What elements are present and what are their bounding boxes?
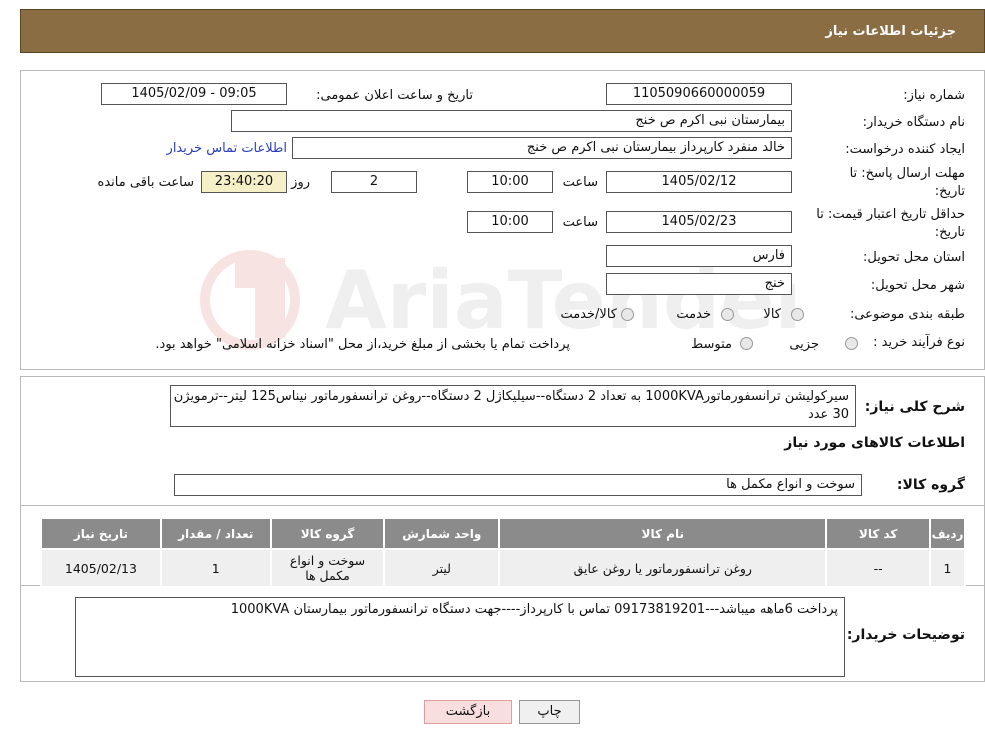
cell-code: -- bbox=[825, 548, 932, 588]
col-name: نام کالا bbox=[498, 517, 828, 550]
remaining-label: ساعت باقی مانده bbox=[97, 175, 194, 190]
announce-field: 1405/02/09 - 09:05 bbox=[101, 83, 287, 105]
cell-unit: لیتر bbox=[383, 548, 501, 588]
validity-time-label: ساعت bbox=[562, 215, 598, 230]
province-field: فارس bbox=[606, 245, 792, 267]
col-date: تاریخ نیاز bbox=[40, 517, 162, 550]
process-option-medium: متوسط bbox=[691, 337, 732, 352]
table-row: 1 -- روغن ترانسفورماتور یا روغن عایق لیت… bbox=[40, 548, 966, 588]
goods-group-field: سوخت و انواع مکمل ها bbox=[174, 474, 862, 496]
svg-text:AriaTender.neT: AriaTender.neT bbox=[325, 254, 795, 347]
goods-table: ردیف کد کالا نام کالا واحد شمارش گروه کا… bbox=[40, 517, 966, 588]
category-option-goods-service: کالا/خدمت bbox=[560, 307, 617, 322]
category-option-goods: کالا bbox=[763, 307, 781, 322]
page-header: جزئیات اطلاعات نیاز bbox=[20, 9, 985, 53]
validity-label-2: تاریخ: bbox=[934, 225, 965, 240]
buyer-label: نام دستگاه خریدار: bbox=[862, 115, 965, 130]
category-option-service: خدمت bbox=[676, 307, 711, 322]
deadline-time-field: 10:00 bbox=[467, 171, 553, 193]
col-code: کد کالا bbox=[825, 517, 932, 550]
need-number-field: 1105090660000059 bbox=[606, 83, 792, 105]
process-radio-medium[interactable] bbox=[740, 337, 753, 350]
page-title: جزئیات اطلاعات نیاز bbox=[825, 24, 956, 39]
process-option-minor: جزیی bbox=[789, 337, 819, 352]
deadline-time-label: ساعت bbox=[562, 175, 598, 190]
back-button[interactable]: بازگشت bbox=[424, 700, 512, 724]
category-radio-goods[interactable] bbox=[791, 308, 804, 321]
need-number-label: شماره نیاز: bbox=[903, 88, 965, 103]
goods-group-label: گروه کالا: bbox=[896, 477, 965, 493]
days-field: 2 bbox=[331, 171, 417, 193]
deadline-date-field: 1405/02/12 bbox=[606, 171, 792, 193]
creator-field: خالد منفرد کارپرداز بیمارستان نبی اکرم ص… bbox=[292, 137, 792, 159]
description-label: شرح کلی نیاز: bbox=[864, 399, 965, 415]
cell-row: 1 bbox=[929, 548, 966, 588]
deadline-label-2: تاریخ: bbox=[934, 184, 965, 199]
validity-date-field: 1405/02/23 bbox=[606, 211, 792, 233]
goods-table-header: ردیف کد کالا نام کالا واحد شمارش گروه کا… bbox=[40, 517, 966, 550]
cell-qty: 1 bbox=[159, 548, 272, 588]
cell-date: 1405/02/13 bbox=[40, 548, 162, 588]
description-textarea[interactable]: سیرکولیشن ترانسفورماتور1000KVA به تعداد … bbox=[170, 385, 856, 427]
buyer-notes-label: توضیحات خریدار: bbox=[846, 627, 965, 643]
process-note: پرداخت تمام یا بخشی از مبلغ خرید،از محل … bbox=[155, 337, 570, 352]
col-unit: واحد شمارش bbox=[383, 517, 501, 550]
validity-time-field: 10:00 bbox=[467, 211, 553, 233]
deadline-label: مهلت ارسال پاسخ: تا bbox=[849, 166, 965, 181]
col-qty: تعداد / مقدار bbox=[159, 517, 272, 550]
cell-name: روغن ترانسفورماتور یا روغن عایق bbox=[498, 548, 828, 588]
category-radio-goods-service[interactable] bbox=[621, 308, 634, 321]
city-label: شهر محل تحویل: bbox=[870, 278, 965, 293]
print-button[interactable]: چاپ bbox=[519, 700, 580, 724]
category-label: طبقه بندی موضوعی: bbox=[849, 307, 965, 322]
cell-group: سوخت و انواع مکمل ها bbox=[269, 548, 386, 588]
process-label: نوع فرآیند خرید : bbox=[873, 335, 965, 350]
remaining-time-field: 23:40:20 bbox=[201, 171, 287, 193]
buyer-contact-link[interactable]: اطلاعات تماس خریدار bbox=[167, 141, 287, 156]
process-radio-minor[interactable] bbox=[845, 337, 858, 350]
creator-label: ایجاد کننده درخواست: bbox=[845, 142, 965, 157]
buyer-notes-textarea[interactable]: پرداخت 6ماهه میباشد---09173819201 تماس ب… bbox=[75, 597, 845, 677]
col-row: ردیف bbox=[929, 517, 966, 550]
city-field: خنج bbox=[606, 273, 792, 295]
buyer-field: بیمارستان نبی اکرم ص خنج bbox=[231, 110, 792, 132]
announce-label: تاریخ و ساعت اعلان عمومی: bbox=[316, 88, 473, 103]
category-radio-service[interactable] bbox=[721, 308, 734, 321]
goods-section-title: اطلاعات کالاهای مورد نیاز bbox=[784, 435, 965, 451]
province-label: استان محل تحویل: bbox=[863, 250, 965, 265]
col-group: گروه کالا bbox=[269, 517, 386, 550]
validity-label: حداقل تاریخ اعتبار قیمت: تا bbox=[816, 207, 965, 222]
